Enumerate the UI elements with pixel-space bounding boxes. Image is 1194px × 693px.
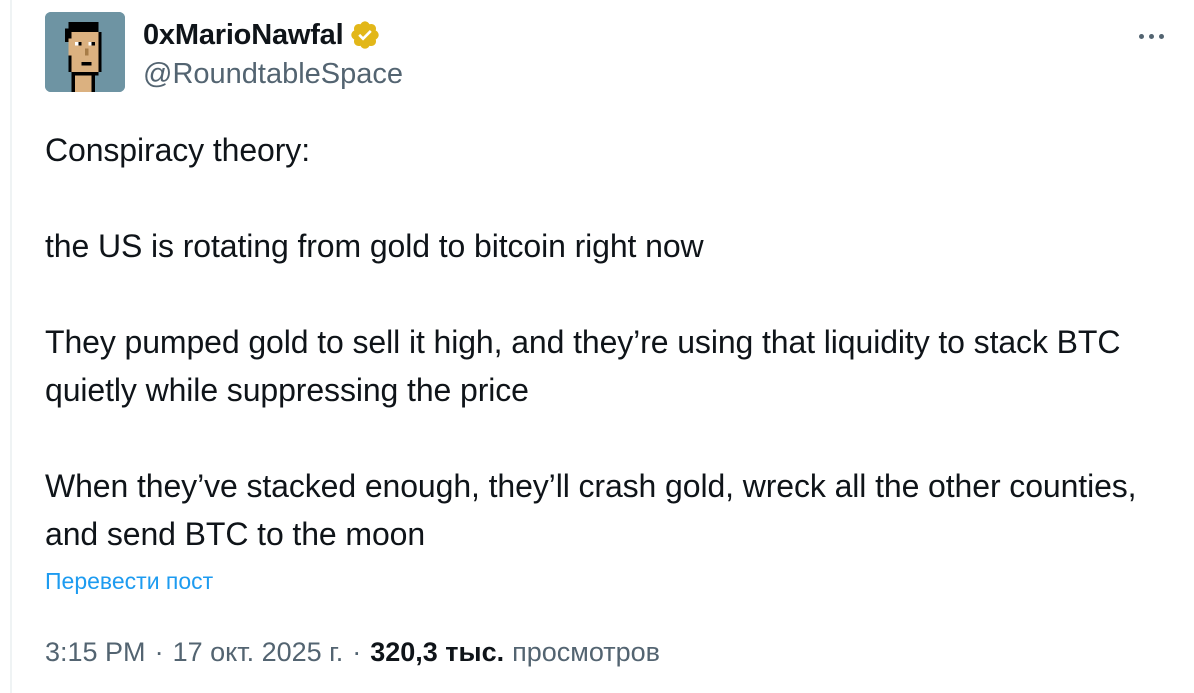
views-count[interactable]: 320,3 тыс. — [370, 637, 504, 668]
tweet-card[interactable]: 0xMarioNawfal @RoundtableSpace Conspirac… — [45, 12, 1175, 668]
tweet-text: Conspiracy theory: the US is rotating fr… — [45, 126, 1175, 558]
timeline-border — [10, 0, 12, 693]
tweet-paragraph: They pumped gold to sell it high, and th… — [45, 324, 1130, 408]
tweet-paragraph: the US is rotating from gold to bitcoin … — [45, 228, 704, 264]
verified-badge-icon[interactable] — [349, 19, 381, 51]
meta-separator: · — [352, 637, 362, 667]
meta-separator: · — [154, 637, 164, 667]
tweet-header: 0xMarioNawfal @RoundtableSpace — [45, 12, 1175, 94]
translate-post-link[interactable]: Перевести пост — [45, 568, 1175, 595]
pixel-punk-avatar-icon — [45, 12, 125, 92]
post-date[interactable]: 17 окт. 2025 г. — [173, 637, 344, 668]
more-options-icon[interactable] — [1139, 30, 1171, 42]
display-name[interactable]: 0xMarioNawfal — [143, 19, 344, 52]
handle[interactable]: @RoundtableSpace — [143, 58, 403, 91]
author-block: 0xMarioNawfal @RoundtableSpace — [143, 18, 403, 91]
tweet-meta: 3:15 PM · 17 окт. 2025 г. · 320,3 тыс. п… — [45, 637, 1175, 668]
views-label[interactable]: просмотров — [512, 637, 660, 668]
tweet-paragraph: When they’ve stacked enough, they’ll cra… — [45, 468, 1146, 552]
tweet-paragraph: Conspiracy theory: — [45, 132, 310, 168]
avatar[interactable] — [45, 12, 125, 92]
post-time[interactable]: 3:15 PM — [45, 637, 146, 668]
